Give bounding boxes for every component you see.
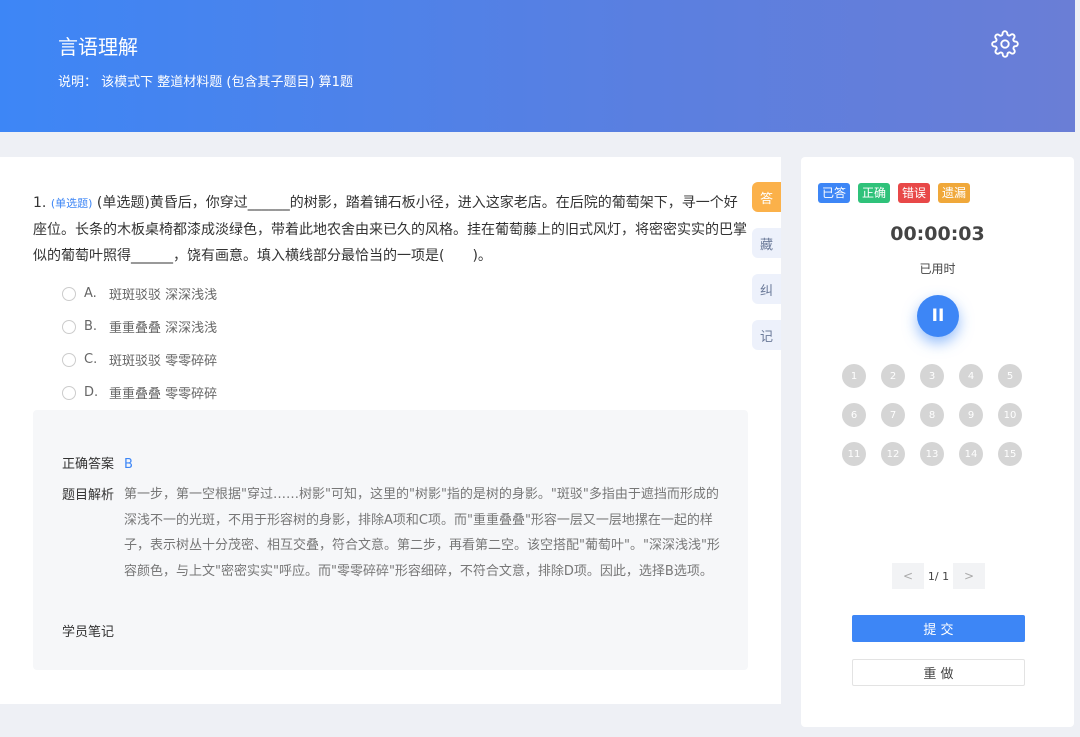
question-number-button[interactable]: 13 (920, 442, 944, 466)
question-number-button[interactable]: 11 (842, 442, 866, 466)
radio-icon[interactable] (62, 286, 76, 301)
pagination: < 1/ 1 > (892, 563, 985, 589)
question-number-button[interactable]: 2 (881, 364, 905, 388)
question-number-button[interactable]: 1 (842, 364, 866, 388)
question-number-button[interactable]: 5 (998, 364, 1022, 388)
radio-icon[interactable] (62, 385, 76, 400)
tab-notes[interactable]: 记 (752, 320, 781, 350)
question-number-button[interactable]: 6 (842, 403, 866, 427)
explanation-label: 题目解析 (62, 488, 115, 503)
radio-icon[interactable] (62, 319, 76, 334)
option-letter: D. (84, 385, 99, 400)
next-page-button[interactable]: > (953, 563, 985, 589)
question-number-button[interactable]: 12 (881, 442, 905, 466)
tab-correction[interactable]: 纠 (752, 274, 781, 304)
redo-button[interactable]: 重 做 (852, 659, 1025, 686)
option-letter: C. (84, 352, 98, 367)
side-tab-bar: 答 藏 纠 记 (752, 182, 781, 366)
gear-icon[interactable] (991, 30, 1019, 58)
option-letter: A. (84, 286, 97, 301)
prev-page-button[interactable]: < (892, 563, 924, 589)
page-description: 说明： 该模式下 整道材料题 (包含其子题目) 算1题 (58, 75, 353, 90)
tab-answer[interactable]: 答 (752, 182, 781, 212)
radio-icon[interactable] (62, 352, 76, 367)
option-text: 斑斑驳驳 深深浅浅 (109, 288, 218, 303)
status-legend: 已答 正确 错误 遗漏 (818, 183, 978, 203)
question-number-button[interactable]: 10 (998, 403, 1022, 427)
question-number-button[interactable]: 14 (959, 442, 983, 466)
question-number-button[interactable]: 4 (959, 364, 983, 388)
question-number-button[interactable]: 15 (998, 442, 1022, 466)
page-title: 言语理解 (58, 35, 138, 59)
question-number-button[interactable]: 7 (881, 403, 905, 427)
timer-label: 已用时 (919, 262, 956, 276)
option-b[interactable]: B. 重重叠叠 深深浅浅 (62, 310, 217, 343)
header-banner: 言语理解 说明： 该模式下 整道材料题 (包含其子题目) 算1题 (0, 0, 1075, 132)
analysis-panel: 正确答案 B 题目解析 第一步，第一空根据"穿过……树影"可知，这里的"树影"指的… (33, 410, 748, 670)
question-type-tag: (单选题) (50, 197, 93, 210)
badge-missed: 遗漏 (938, 183, 971, 203)
question-text: (单选题)黄昏后，你穿过______的树影，踏着铺石板小径，进入这家老店。在后院… (33, 195, 747, 264)
correct-answer-row: 正确答案 B (62, 453, 133, 472)
question-number-grid: 1 2 3 4 5 6 7 8 9 10 11 12 13 14 15 (842, 364, 1042, 466)
option-text: 斑斑驳驳 零零碎碎 (109, 354, 218, 369)
option-a[interactable]: A. 斑斑驳驳 深深浅浅 (62, 277, 217, 310)
option-list: A. 斑斑驳驳 深深浅浅 B. 重重叠叠 深深浅浅 C. 斑斑驳驳 零零碎碎 D… (62, 277, 217, 409)
badge-correct: 正确 (858, 183, 891, 203)
tab-favorite[interactable]: 藏 (752, 228, 781, 258)
explanation-text: 第一步，第一空根据"穿过……树影"可知，这里的"树影"指的是树的身影。"斑驳"多… (124, 487, 720, 579)
option-letter: B. (84, 319, 98, 334)
badge-answered: 已答 (818, 183, 851, 203)
timer-display: 00:00:03 (890, 223, 985, 245)
correct-answer-label: 正确答案 (62, 457, 115, 472)
submit-button[interactable]: 提 交 (852, 615, 1025, 642)
correct-answer-value: B (124, 457, 133, 472)
option-c[interactable]: C. 斑斑驳驳 零零碎碎 (62, 343, 217, 376)
question-number-button[interactable]: 3 (920, 364, 944, 388)
page-info: 1/ 1 (927, 569, 950, 583)
option-text: 重重叠叠 深深浅浅 (109, 321, 218, 336)
option-text: 重重叠叠 零零碎碎 (109, 387, 218, 402)
question-number-button[interactable]: 9 (959, 403, 983, 427)
option-d[interactable]: D. 重重叠叠 零零碎碎 (62, 376, 217, 409)
pause-button[interactable]: II (917, 295, 959, 337)
student-notes-label: 学员笔记 (62, 625, 115, 640)
question-number: 1. (33, 195, 47, 211)
question-stem: 1. (单选题) (单选题)黄昏后，你穿过______的树影，踏着铺石板小径，进… (33, 190, 751, 269)
question-number-button[interactable]: 8 (920, 403, 944, 427)
badge-wrong: 错误 (898, 183, 931, 203)
